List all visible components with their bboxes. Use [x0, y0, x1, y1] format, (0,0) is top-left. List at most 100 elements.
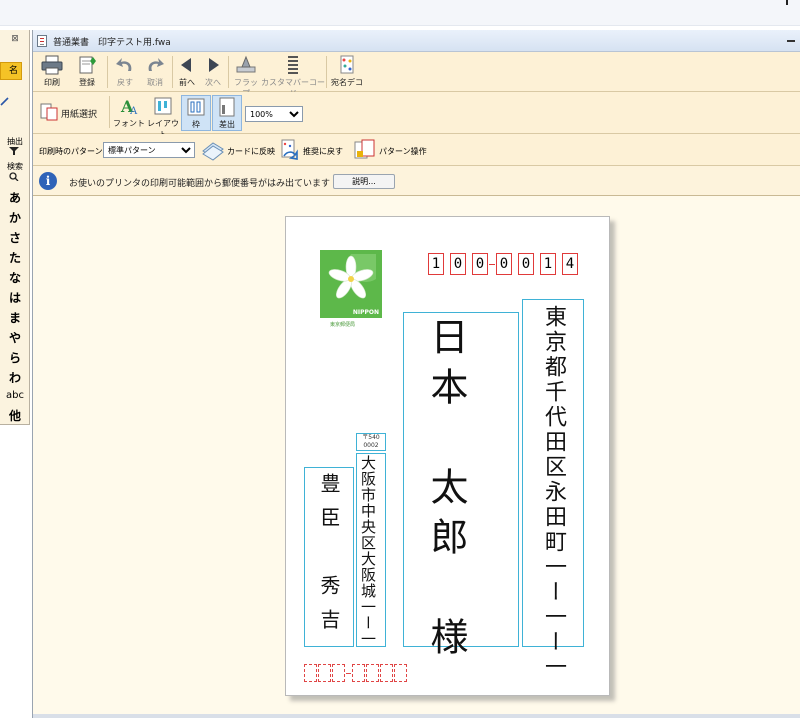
toolbar-separator: [228, 56, 229, 88]
kana-other[interactable]: 他: [0, 407, 30, 424]
paper-select-icon: [40, 103, 58, 121]
zip-digit-box[interactable]: 1: [540, 253, 556, 275]
frame-icon: [187, 98, 205, 116]
kana-ka[interactable]: か: [0, 209, 30, 226]
sender-address: 大阪市中央区大阪城一ー一: [359, 455, 377, 647]
sender-zip-box[interactable]: [332, 664, 345, 682]
kana-na[interactable]: な: [0, 269, 30, 286]
deco-icon: [340, 55, 354, 74]
sidebar-close-button[interactable]: ⊠: [4, 34, 26, 46]
toolbar-separator: [109, 96, 110, 128]
paper-select-button[interactable]: 用紙選択: [61, 107, 97, 120]
sender-zip-dash: [346, 673, 351, 674]
sender-name: 豊臣 秀吉: [317, 473, 341, 643]
address-deco-button[interactable]: 宛名デコ: [329, 55, 365, 88]
sender-zip-box[interactable]: [318, 664, 331, 682]
undo-label: 戻す: [117, 78, 133, 87]
pattern-ops-button[interactable]: パターン操作: [379, 146, 427, 157]
info-bar: i お使いのプリンタの印刷可能範囲から郵便番号がはみ出ています 説明...: [33, 166, 800, 196]
toolbar-separator: [107, 56, 108, 88]
frame-label: 枠: [192, 120, 200, 129]
print-label: 印刷: [44, 78, 60, 87]
sender-zip-box[interactable]: [366, 664, 379, 682]
minimize-icon[interactable]: [787, 40, 795, 42]
zip-dash: [489, 264, 495, 265]
postage-stamp: NIPPON: [320, 250, 382, 318]
prev-button[interactable]: 前へ: [175, 55, 199, 88]
kana-ha[interactable]: は: [0, 289, 30, 306]
cancel-button[interactable]: 取消: [141, 55, 169, 88]
flap-icon: [236, 55, 256, 73]
kana-ta[interactable]: た: [0, 249, 30, 266]
zip-digit-box[interactable]: 0: [518, 253, 534, 275]
font-button[interactable]: AA フォント: [113, 96, 145, 129]
recipient-name: 日本 太郎 様: [424, 317, 468, 667]
zip-digit-box[interactable]: 1: [428, 253, 444, 275]
sender-zip-box[interactable]: [304, 664, 317, 682]
sender-icon: [219, 97, 235, 117]
register-label: 登録: [79, 78, 95, 87]
kana-abc[interactable]: abc: [0, 390, 30, 401]
kana-wa[interactable]: わ: [0, 369, 30, 386]
kana-ra[interactable]: ら: [0, 349, 30, 366]
toolbar-separator: [326, 56, 327, 88]
next-button[interactable]: 次へ: [201, 55, 225, 88]
filter-icon: [9, 147, 19, 155]
sender-zip-box[interactable]: [380, 664, 393, 682]
stamp-caption: 東京郵便局: [330, 322, 356, 328]
main-toolbar: 印刷 登録 戻す 取消 前へ 次へ フラップ カ: [33, 52, 800, 98]
pattern-label: 印刷時のパターン: [39, 147, 103, 156]
sender-zip: 〒540 0002: [362, 434, 380, 449]
sender-toggle[interactable]: 差出: [212, 95, 242, 131]
pattern-toolbar: 印刷時のパターン 標準パターン カードに反映 推奨に戻す パターン操作: [33, 134, 800, 166]
barcode-icon: [288, 56, 298, 74]
pattern-select[interactable]: 標準パターン: [103, 142, 195, 158]
zoom-select[interactable]: 100%: [245, 106, 303, 122]
info-icon: i: [39, 172, 57, 190]
font-icon: AA: [120, 97, 138, 116]
sender-zip-frame[interactable]: 〒540 0002: [356, 433, 386, 451]
restore-icon: [281, 139, 298, 160]
save-icon: [79, 56, 96, 74]
printer-icon: [41, 55, 63, 75]
postcard[interactable]: 1 0 0 0 0 1 4 NIPPON 東京郵便局 東京都千代田区永田町一ー一…: [285, 216, 610, 696]
restore-default-button[interactable]: 推奨に戻す: [303, 146, 343, 157]
zip-digit-box[interactable]: 0: [472, 253, 488, 275]
undo-button[interactable]: 戻す: [111, 55, 139, 88]
zip-digit-box[interactable]: 0: [496, 253, 512, 275]
desktop-top-strip: [0, 0, 800, 26]
kana-sa[interactable]: さ: [0, 229, 30, 246]
zip-digit-box[interactable]: 4: [562, 253, 578, 275]
kana-a[interactable]: あ: [0, 189, 30, 206]
sender-zip-box[interactable]: [394, 664, 407, 682]
svg-text:A: A: [129, 106, 138, 116]
frame-toggle[interactable]: 枠: [181, 95, 211, 131]
cancel-label: 取消: [147, 78, 163, 87]
sidebar-name-tab[interactable]: 名: [0, 62, 22, 80]
stamp-country-label: NIPPON: [352, 309, 379, 316]
apply-card-icon: [202, 142, 224, 161]
sender-zip-box[interactable]: [352, 664, 365, 682]
pattern-ops-icon: [354, 139, 375, 159]
kana-ma[interactable]: ま: [0, 309, 30, 326]
sender-label: 差出: [219, 120, 235, 129]
kana-sidebar: ⊠ 名 抽出 検索 あ か さ た な は ま や ら わ abc 他: [0, 30, 30, 425]
info-message: お使いのプリンタの印刷可能範囲から郵便番号がはみ出ています: [69, 179, 331, 189]
print-button[interactable]: 印刷: [37, 55, 67, 88]
lily-icon: [328, 254, 376, 299]
prev-label: 前へ: [179, 78, 195, 87]
help-button[interactable]: 説明...: [333, 174, 395, 189]
kana-ya[interactable]: や: [0, 329, 30, 346]
zip-digit-box[interactable]: 0: [450, 253, 466, 275]
sidebar-extract-button[interactable]: 抽出: [0, 136, 30, 147]
triangle-left-icon: [181, 58, 191, 72]
format-toolbar: 用紙選択 AA フォント レイアウト 枠 差出 100%: [33, 92, 800, 139]
title-bar: 普通業書 印字テスト用.fwa: [33, 30, 800, 52]
pen-icon[interactable]: [0, 96, 10, 106]
sidebar-search-button[interactable]: 検索: [0, 161, 30, 172]
triangle-right-icon: [209, 58, 219, 72]
apply-to-card-button[interactable]: カードに反映: [227, 146, 275, 157]
undo-icon: [116, 58, 132, 71]
register-button[interactable]: 登録: [71, 55, 103, 88]
document-window: 普通業書 印字テスト用.fwa 印刷 登録 戻す 取消 前へ 次へ フラッ カス…: [32, 30, 800, 718]
